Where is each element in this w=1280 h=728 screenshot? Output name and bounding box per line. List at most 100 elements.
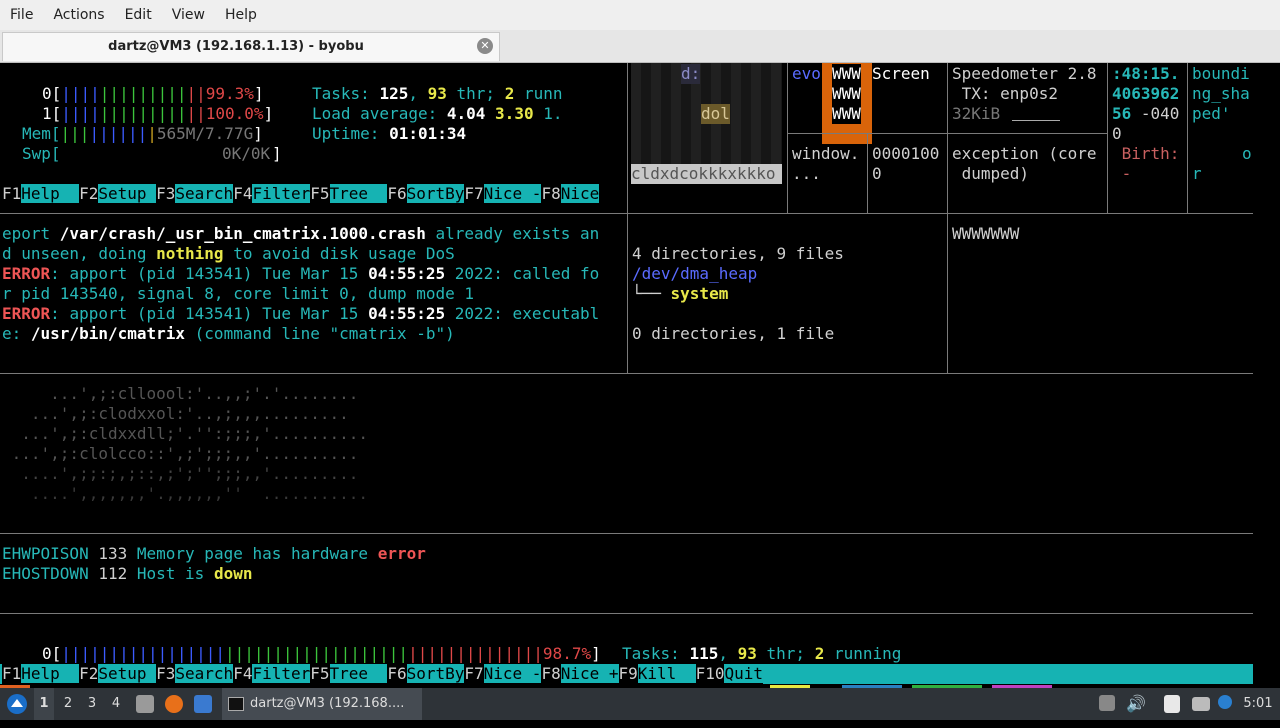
ascii-art-pane[interactable]: ...',;:clloool:'..,,;'.'........ ...',;:… [0,374,1253,533]
file-manager-icon[interactable] [136,695,154,713]
taskbar-window-label: dartz@VM3 (192.168.... [250,696,405,711]
terminal-icon [228,696,244,711]
fkey-f5[interactable]: F5Tree [310,184,388,203]
fkey-f4[interactable]: F4Filter [233,184,311,203]
bfkey-f9[interactable]: F9Kill [619,664,696,683]
bfkey-f4[interactable]: F4Filter [233,664,311,683]
tree-dir: /dev/dma_heap [632,264,758,283]
exception-line-2: dumped) [952,164,1030,183]
network-icon[interactable] [1192,697,1210,711]
speedometer-title: Speedometer 2.8 [952,64,1097,83]
bfkey-f10[interactable]: F10Quit [696,664,763,683]
apport-line-6: e: /usr/bin/cmatrix (command line "cmatr… [2,324,455,343]
bfkey-f7[interactable]: F7Nice - [464,664,542,683]
cpu0-meter: 0[|||||||||||||||99.3%] [42,84,264,103]
o-line-2: r [1192,164,1202,183]
apport-log-pane[interactable]: eport /var/crash/_usr_bin_cmatrix.1000.c… [0,214,627,373]
terminal-tab[interactable]: dartz@VM3 (192.168.1.13) - byobu ✕ [2,32,500,61]
www-line-3: WWW [832,104,861,124]
mem-meter: Mem[||||||||||565M/7.77G] [22,124,263,143]
terminal-area[interactable]: 0[|||||||||||||||99.3%] 1[||||||||||||||… [0,63,1253,685]
tree-summary-1: 4 directories, 9 files [632,244,844,263]
volume-icon[interactable]: 🔊 [1126,688,1146,720]
clock[interactable]: 5:01 [1240,688,1276,720]
window-line-1: window. [792,144,860,163]
workspace-1[interactable]: 1 [34,688,54,720]
birth-line-1: Birth: [1112,144,1180,163]
o-line-1: o [1242,144,1252,163]
menu-edit[interactable]: Edit [115,0,162,30]
fkey-f6[interactable]: F6SortBy [387,184,465,203]
time-line-3: 56 -040 [1112,104,1180,123]
tree-pane[interactable]: 4 directories, 9 files /dev/dma_heap └──… [628,214,947,373]
desktop-icon[interactable] [194,695,212,713]
apport-line-3: ERROR: apport (pid 143541) Tue Mar 15 04… [2,264,600,283]
errno-line-1: EHWPOISON 133 Memory page has hardware e… [2,544,426,563]
bfkey-f1[interactable]: F1Help [2,664,80,683]
menu-file[interactable]: File [0,0,43,30]
tab-bar: dartz@VM3 (192.168.1.13) - byobu ✕ [0,30,1280,63]
fkey-f3[interactable]: F3Search [156,184,234,203]
workspace-3[interactable]: 3 [82,688,102,720]
firefox-icon[interactable] [165,695,183,713]
swp-meter: Swp[0K/0K] [22,144,282,163]
fkey-bar-top[interactable]: F1Help F2Setup F3SearchF4FilterF5Tree F6… [2,184,600,204]
htop-pane-bottom[interactable]: 0[||||||||||||||||||||||||||||||||||||||… [0,614,1253,685]
num-line-1: 0000100 [872,144,940,163]
bfkey-f5[interactable]: F5Tree [310,664,388,683]
divider-v-2 [787,63,788,213]
ascii-line-6: ....',,,,,,,'.,,,,,,'' ........... [2,484,369,503]
apport-line-5: ERROR: apport (pid 143541) Tue Mar 15 04… [2,304,600,323]
lubuntu-logo-icon [7,694,27,714]
workspace-4[interactable]: 4 [106,688,126,720]
tree-child: └── system [632,284,729,303]
apport-line-4: r pid 143540, signal 8, core limit 0, du… [2,284,475,303]
bound-line-1: boundi [1192,64,1250,83]
bottom-tasks-line: Tasks: 115, 93 thr; 2 running [622,644,902,663]
errno-line-2: EHOSTDOWN 112 Host is down [2,564,253,583]
apport-line-2: d unseen, doing nothing to avoid disk us… [2,244,455,263]
ascii-line-4: ...',;:clolcco::',;';;;,,'.......... [2,444,359,463]
menu-actions[interactable]: Actions [43,0,114,30]
bfkey-f2[interactable]: F2Setup [79,664,157,683]
divider-v-4 [947,63,948,373]
fkey-f7[interactable]: F7Nice - [464,184,542,203]
notification-icon[interactable] [1218,695,1232,709]
menu-view[interactable]: View [162,0,215,30]
clipboard-icon[interactable] [1164,695,1180,713]
speedometer-underline [1012,120,1060,121]
htop-pane-top[interactable]: 0[|||||||||||||||99.3%] 1[||||||||||||||… [0,63,627,213]
divider-v-5 [1107,63,1108,213]
fkey-f8[interactable]: F8Nice [541,184,600,203]
load-line: Load average: 4.04 3.30 1. [312,104,563,123]
bottom-cpu0-meter: 0[||||||||||||||||||||||||||||||||||||||… [42,644,601,663]
bfkey-f6[interactable]: F6SortBy [387,664,465,683]
start-menu-button[interactable] [4,688,30,720]
screen-text: Screen [872,64,930,83]
bfkey-f3[interactable]: F3Search [156,664,234,683]
bfkey-f8[interactable]: F8Nice + [541,664,619,683]
uptime-line: Uptime: 01:01:34 [312,124,467,143]
errno-pane[interactable]: EHWPOISON 133 Memory page has hardware e… [0,534,1253,613]
bound-line-2: ng_sha [1192,84,1250,103]
bound-line-3: ped' [1192,104,1231,123]
tree-summary-2: 0 directories, 1 file [632,324,835,343]
menu-help[interactable]: Help [215,0,267,30]
num-line-2: 0 [872,164,882,183]
workspace-2[interactable]: 2 [58,688,78,720]
taskbar-window-button[interactable]: dartz@VM3 (192.168.... [222,688,422,720]
terminal-scrollbar[interactable] [1253,63,1280,685]
tab-close-icon[interactable]: ✕ [477,38,493,54]
ascii-line-3: ...',;:cldxxdll;'.'':;;;,'.......... [2,424,369,443]
tab-title: dartz@VM3 (192.168.1.13) - byobu [108,39,364,54]
tray-update-icon[interactable] [1099,695,1115,711]
www-line-1: WWW [832,64,861,84]
taskbar: 1 2 3 4 dartz@VM3 (192.168.... 🔊 5:01 [0,688,1280,720]
www-line-2: WWW [832,84,861,104]
fkey-bar-bottom[interactable]: F1Help F2Setup F3SearchF4FilterF5Tree F6… [2,664,763,684]
apport-line-1: eport /var/crash/_usr_bin_cmatrix.1000.c… [2,224,600,243]
ascii-line-5: ....',;;:;,;::,;';'';;;,,'......... [2,464,359,483]
fkey-f2[interactable]: F2Setup [79,184,157,203]
fkey-f1[interactable]: F1Help [2,184,80,203]
cpu1-meter: 1[|||||||||||||||100.0%] [42,104,274,123]
